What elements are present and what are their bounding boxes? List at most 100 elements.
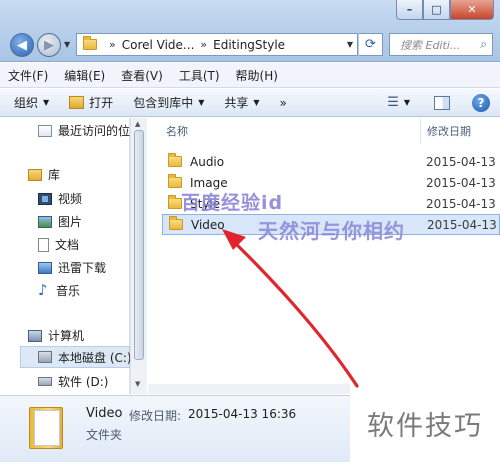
scroll-down-icon[interactable]: ▼ — [135, 380, 140, 388]
share-label: 共享 — [224, 96, 249, 110]
breadcrumb-separator[interactable]: » — [200, 38, 207, 51]
pictures-icon — [38, 215, 52, 228]
chevron-down-icon[interactable]: ▼ — [404, 98, 410, 107]
title-bar: – □ ✕ ◀ ▶ ▼ » Corel Vide... » EditingSty… — [0, 0, 500, 62]
folder-icon — [83, 36, 97, 50]
nav-item-recent[interactable]: 最近访问的位 — [38, 122, 130, 139]
menu-edit[interactable]: 编辑(E) — [64, 67, 105, 84]
folder-icon — [168, 174, 182, 188]
chevron-down-icon: ▼ — [43, 98, 50, 107]
toolbar-right: ☰ ▼ ? — [387, 93, 500, 112]
menu-view[interactable]: 查看(V) — [121, 67, 163, 84]
search-input[interactable]: 搜索 Editi... ⌕ — [389, 33, 493, 56]
disk-drive-icon — [38, 351, 52, 363]
navigation-scrollbar[interactable]: ▲ ▼ — [130, 118, 147, 394]
nav-item-documents[interactable]: 文档 — [38, 236, 79, 253]
minimize-button[interactable]: – — [396, 0, 423, 20]
open-button[interactable]: 打开 — [69, 94, 113, 111]
include-label: 包含到库中 — [133, 96, 194, 110]
preview-pane-icon[interactable] — [434, 95, 450, 110]
chevron-down-icon: ▼ — [198, 98, 205, 107]
menu-tools[interactable]: 工具(T) — [179, 67, 220, 84]
navigation-pane: 最近访问的位 库 视频 图片 文档 迅雷下载 音乐 计算机 本地磁盘 (C:) … — [0, 118, 132, 394]
menu-bar: 文件(F) 编辑(E) 查看(V) 工具(T) 帮助(H) — [0, 63, 500, 88]
chevron-down-icon: ▼ — [253, 98, 260, 107]
nav-item-thunder[interactable]: 迅雷下载 — [38, 259, 106, 276]
recent-pages-dropdown[interactable]: ▼ — [64, 40, 70, 49]
chevron-down-icon[interactable]: ▼ — [347, 40, 353, 49]
command-bar: 组织 ▼ 打开 包含到库中 ▼ 共享 ▼ » ☰ ▼ ? — [0, 89, 500, 117]
open-folder-icon — [69, 96, 85, 109]
file-row-audio[interactable]: Audio 2015-04-13 — [162, 151, 500, 172]
nav-label: 软件 (D:) — [58, 375, 109, 389]
window-controls: – □ ✕ — [396, 0, 494, 20]
recent-places-icon — [38, 124, 52, 137]
nav-item-computer[interactable]: 计算机 — [28, 327, 84, 344]
nav-item-pictures[interactable]: 图片 — [38, 213, 82, 230]
details-name: Video — [86, 406, 123, 421]
nav-label: 图片 — [58, 215, 83, 229]
search-icon[interactable]: ⌕ — [480, 37, 487, 52]
refresh-button[interactable]: ⟳ — [359, 33, 383, 56]
address-bar[interactable]: » Corel Vide... » EditingStyle ▼ — [76, 33, 358, 56]
forward-button[interactable]: ▶ — [37, 33, 61, 57]
disk-drive-icon — [38, 377, 52, 386]
brand-watermark: 软件技巧 — [350, 384, 500, 462]
organize-label: 组织 — [14, 96, 39, 110]
folder-icon — [169, 216, 183, 230]
folder-icon — [168, 153, 182, 167]
menu-file[interactable]: 文件(F) — [8, 67, 48, 84]
download-folder-icon — [38, 261, 52, 274]
back-arrow-icon: ◀ — [17, 37, 27, 53]
documents-icon — [38, 237, 49, 252]
menu-help[interactable]: 帮助(H) — [236, 67, 278, 84]
nav-item-videos[interactable]: 视频 — [38, 190, 82, 207]
breadcrumb-corel-video[interactable]: Corel Vide... — [122, 38, 195, 52]
share-button[interactable]: 共享 ▼ — [224, 94, 259, 111]
breadcrumb-separator[interactable]: » — [109, 38, 116, 51]
computer-icon — [28, 329, 42, 342]
nav-item-disk-d[interactable]: 软件 (D:) — [38, 373, 108, 390]
nav-item-disk-c[interactable]: 本地磁盘 (C:) — [20, 346, 132, 368]
help-icon[interactable]: ? — [472, 93, 490, 112]
watermark-text: 天然河与你相约 — [258, 219, 405, 243]
file-date: 2015-04-13 — [426, 175, 496, 190]
nav-label: 迅雷下载 — [58, 261, 107, 275]
file-date: 2015-04-13 — [426, 196, 496, 211]
view-options-icon[interactable]: ☰ — [387, 95, 399, 110]
file-list: 名称 修改日期 Audio 2015-04-13 Image 2015-04-1… — [148, 118, 500, 394]
refresh-icon: ⟳ — [365, 37, 376, 52]
nav-item-library[interactable]: 库 — [28, 166, 60, 183]
nav-label: 计算机 — [48, 329, 85, 343]
nav-label: 本地磁盘 (C:) — [58, 350, 132, 365]
forward-arrow-icon: ▶ — [44, 37, 54, 53]
nav-item-music[interactable]: 音乐 — [38, 281, 81, 299]
close-button[interactable]: ✕ — [450, 0, 494, 20]
nav-label: 视频 — [58, 192, 83, 206]
file-name: Audio — [190, 154, 225, 169]
file-name: Video — [191, 217, 225, 232]
details-date-value: 2015-04-13 16:36 — [188, 407, 297, 421]
include-in-library-button[interactable]: 包含到库中 ▼ — [133, 94, 204, 111]
organize-button[interactable]: 组织 ▼ — [14, 94, 49, 111]
back-button[interactable]: ◀ — [10, 33, 34, 57]
details-type: 文件夹 — [86, 428, 123, 442]
column-header-date[interactable]: 修改日期 — [420, 118, 471, 144]
breadcrumb-editingstyle[interactable]: EditingStyle — [213, 38, 285, 52]
maximize-button[interactable]: □ — [423, 0, 450, 20]
more-button[interactable]: » — [280, 96, 287, 110]
nav-label: 文档 — [55, 238, 80, 252]
column-header-name[interactable]: 名称 — [166, 118, 188, 144]
scrollbar-thumb[interactable] — [134, 130, 144, 360]
folder-icon — [168, 195, 182, 209]
nav-label: 音乐 — [56, 284, 81, 298]
watermark-text: 百度经验id — [181, 192, 284, 214]
music-note-icon — [38, 281, 50, 299]
folder-large-icon — [29, 407, 63, 449]
library-icon — [28, 168, 42, 181]
scroll-up-icon[interactable]: ▲ — [135, 120, 140, 128]
video-icon — [38, 192, 52, 205]
details-date-label: 修改日期: — [129, 409, 182, 423]
search-placeholder: 搜索 Editi... — [400, 38, 461, 52]
nav-label: 最近访问的位 — [58, 124, 131, 138]
